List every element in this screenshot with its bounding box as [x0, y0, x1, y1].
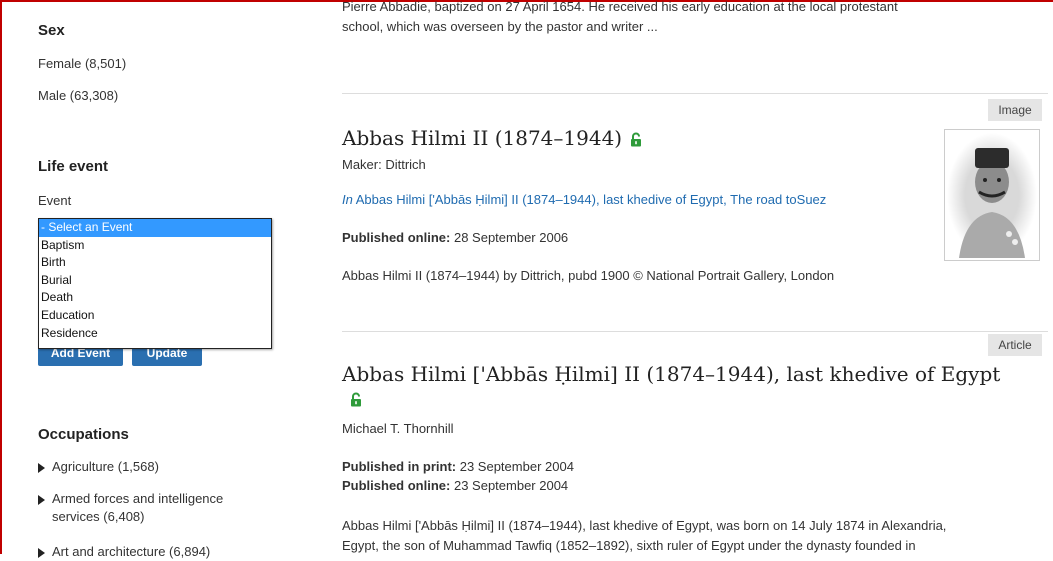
facet-male[interactable]: Male (63,308) — [38, 88, 118, 103]
facet-female-link[interactable]: Female (8,501) — [38, 56, 126, 71]
result-snippet: Abbas Hilmi ['Abbās Ḥilmi] II (1874–1944… — [342, 516, 1053, 556]
related-road-to-suez-link[interactable]: The road toSuez — [730, 192, 826, 207]
published-print-value: 23 September 2004 — [459, 459, 574, 474]
result-divider — [342, 331, 1048, 332]
expand-triangle-icon[interactable] — [38, 547, 45, 558]
result-portrait-image[interactable] — [944, 129, 1040, 261]
occupation-label[interactable]: Art and architecture (6,894) — [52, 544, 210, 559]
event-option-select[interactable]: - Select an Event — [39, 219, 271, 237]
occupations-heading: Occupations — [38, 426, 129, 443]
event-label: Event — [38, 193, 72, 208]
occupation-label[interactable]: Armed forces and intelligence — [52, 491, 223, 506]
expand-triangle-icon[interactable] — [38, 494, 45, 505]
portrait-photo-icon — [947, 133, 1037, 258]
result-divider — [342, 93, 1048, 94]
occupation-agriculture[interactable]: Agriculture (1,568) — [38, 458, 159, 476]
result-title[interactable]: Abbas Hilmi ['Abbās Ḥilmi] II (1874–1944… — [342, 362, 1022, 412]
facet-male-link[interactable]: Male (63,308) — [38, 88, 118, 103]
occupation-label[interactable]: Agriculture (1,568) — [52, 459, 159, 474]
published-online-value: 23 September 2004 — [453, 478, 569, 493]
expand-triangle-icon[interactable] — [38, 462, 45, 473]
event-option-residence[interactable]: Residence — [39, 325, 271, 343]
snippet-line: school, which was overseen by the pastor… — [342, 19, 658, 34]
snippet-line: Egypt, the son of Muhammad Tawfiq (1852–… — [342, 538, 916, 553]
result-author[interactable]: Michael T. Thornhill — [342, 421, 454, 436]
published-print-label: Published in print: — [342, 459, 457, 474]
result-published-online: Published online: 23 September 2004 — [342, 478, 568, 493]
result-title-text[interactable]: Abbas Hilmi II (1874–1944) — [342, 126, 622, 150]
facet-female[interactable]: Female (8,501) — [38, 56, 126, 71]
occupation-art[interactable]: Art and architecture (6,894) — [38, 543, 210, 561]
life-event-heading: Life event — [38, 158, 109, 175]
in-prefix: In — [342, 192, 353, 207]
result-type-badge-image: Image — [988, 99, 1042, 121]
frame-left-border — [0, 0, 2, 554]
result-published-online: Published online: 28 September 2006 — [342, 230, 568, 245]
result-caption: Abbas Hilmi II (1874–1944) by Dittrich, … — [342, 268, 835, 283]
event-option-baptism[interactable]: Baptism — [39, 237, 271, 255]
event-option-education[interactable]: Education — [39, 307, 271, 325]
open-access-lock-icon — [630, 128, 642, 152]
result-title[interactable]: Abbas Hilmi II (1874–1944) — [342, 126, 642, 152]
event-select-dropdown[interactable]: - Select an Event Baptism Birth Burial D… — [38, 218, 272, 349]
event-option-death[interactable]: Death — [39, 289, 271, 307]
result-title-text[interactable]: Abbas Hilmi ['Abbās Ḥilmi] II (1874–1944… — [342, 362, 1000, 386]
event-option-birth[interactable]: Birth — [39, 254, 271, 272]
published-online-label: Published online: — [342, 478, 451, 493]
occupation-armed-forces[interactable]: Armed forces and intelligence services (… — [38, 490, 223, 526]
previous-result-snippet: Pierre Abbadie, baptized on 27 April 165… — [342, 0, 1032, 37]
event-option-burial[interactable]: Burial — [39, 272, 271, 290]
occupation-label-continued[interactable]: services (6,408) — [38, 508, 223, 526]
sex-heading: Sex — [38, 22, 65, 39]
search-results: Pierre Abbadie, baptized on 27 April 165… — [342, 0, 1053, 554]
result-maker: Maker: Dittrich — [342, 157, 426, 172]
snippet-line: Pierre Abbadie, baptized on 27 April 165… — [342, 0, 898, 14]
result-type-badge-article: Article — [988, 334, 1042, 356]
filter-sidebar: Sex Female (8,501) Male (63,308) Life ev… — [38, 0, 288, 559]
result-in-links: In Abbas Hilmi ['Abbās Ḥilmi] II (1874–1… — [342, 192, 826, 207]
published-online-label: Published online: — [342, 230, 451, 245]
published-online-value: 28 September 2006 — [453, 230, 569, 245]
snippet-line: Abbas Hilmi ['Abbās Ḥilmi] II (1874–1944… — [342, 518, 947, 533]
open-access-lock-icon — [350, 388, 362, 412]
related-article-link[interactable]: Abbas Hilmi ['Abbās Ḥilmi] II (1874–1944… — [356, 192, 723, 207]
link-separator: , — [723, 192, 727, 207]
result-published-print: Published in print: 23 September 2004 — [342, 459, 574, 474]
